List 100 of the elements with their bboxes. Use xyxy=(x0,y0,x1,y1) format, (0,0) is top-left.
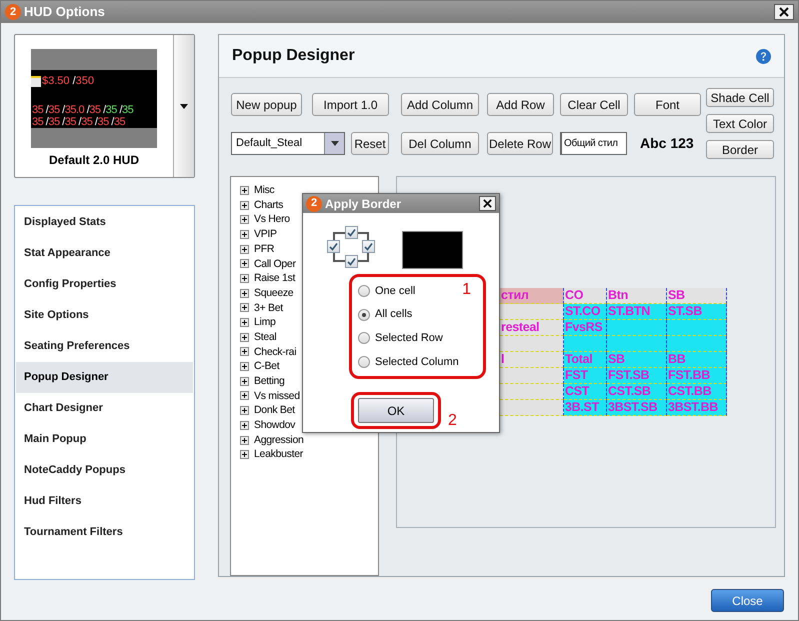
radio-button[interactable] xyxy=(358,284,370,297)
sidebar-item[interactable]: Config Properties xyxy=(16,269,193,300)
tree-item[interactable]: 3+ Bet xyxy=(254,302,283,314)
toolbar-button[interactable]: Add Row xyxy=(487,93,554,116)
tree-item[interactable]: Aggression xyxy=(254,434,304,446)
plus-icon[interactable] xyxy=(240,259,249,268)
close-icon[interactable] xyxy=(774,4,794,20)
caret-icon xyxy=(330,141,338,146)
logo-badge: 2 xyxy=(5,4,21,20)
tree-item[interactable]: Squeeze xyxy=(254,288,294,298)
checkbox[interactable] xyxy=(345,255,358,268)
plus-icon[interactable] xyxy=(240,230,249,239)
plus-icon[interactable] xyxy=(240,450,249,460)
grid-cell[interactable] xyxy=(500,384,564,400)
checkbox[interactable] xyxy=(327,240,340,253)
grid-cell[interactable] xyxy=(667,320,727,336)
toolbar-button[interactable]: Border xyxy=(706,140,774,159)
sidebar-item[interactable]: Displayed Stats xyxy=(16,207,193,238)
plus-icon[interactable] xyxy=(240,332,249,342)
checkbox[interactable] xyxy=(362,240,375,253)
tree-item[interactable]: Check-rai xyxy=(254,346,296,358)
sidebar-item[interactable]: Stat Appearance xyxy=(16,238,193,269)
tree-item[interactable]: VPIP xyxy=(254,229,277,240)
plus-icon[interactable] xyxy=(240,244,249,254)
plus-icon[interactable] xyxy=(240,391,249,400)
toolbar-button[interactable]: Del Column xyxy=(401,132,479,155)
plus-icon[interactable] xyxy=(240,318,249,328)
close-button[interactable]: Close xyxy=(711,589,784,612)
style-name-field[interactable]: Общий стил xyxy=(560,132,627,155)
tree-item[interactable]: Vs missed xyxy=(254,390,300,402)
tree-item[interactable]: Vs Hero xyxy=(254,214,290,225)
sidebar-item[interactable]: NoteCaddy Popups xyxy=(16,455,193,486)
toolbar-button[interactable]: New popup xyxy=(231,93,302,116)
plus-icon[interactable] xyxy=(240,215,249,224)
plus-icon[interactable] xyxy=(240,303,249,312)
sidebar-item[interactable]: Chart Designer xyxy=(16,393,193,424)
tree-item[interactable]: Showdov xyxy=(254,420,296,431)
grid-cell[interactable] xyxy=(667,336,727,352)
option-label: Selected Column xyxy=(375,354,459,370)
grid-cell[interactable] xyxy=(500,304,564,320)
plus-icon[interactable] xyxy=(240,200,249,210)
hud-stat-line: 35 /35 /35 /35 /35 /35 xyxy=(31,116,126,128)
toolbar-button[interactable]: Shade Cell xyxy=(706,88,774,107)
tree-item[interactable]: Betting xyxy=(254,376,285,387)
grid-cell[interactable] xyxy=(500,336,564,352)
plus-icon[interactable] xyxy=(240,362,249,372)
sidebar-item[interactable]: Site Options xyxy=(16,300,193,331)
toolbar-button[interactable]: Clear Cell xyxy=(560,93,628,116)
sidebar-item[interactable]: Main Popup xyxy=(16,424,193,455)
sidebar-item[interactable]: Popup Designer xyxy=(16,362,193,393)
grid-cell[interactable] xyxy=(500,368,564,384)
radio-button[interactable] xyxy=(358,308,370,321)
grid-cell[interactable] xyxy=(564,336,607,352)
font-preview: Abc 123 xyxy=(640,134,694,153)
radio-button[interactable] xyxy=(358,356,370,368)
plus-icon[interactable] xyxy=(240,420,249,430)
grid-cell[interactable] xyxy=(607,336,667,352)
tree-item[interactable]: Misc xyxy=(254,185,274,196)
plus-icon[interactable] xyxy=(240,376,249,386)
sidebar-item[interactable]: Hud Filters xyxy=(16,486,193,517)
plus-icon[interactable] xyxy=(240,406,249,416)
panel-title: Popup Designer xyxy=(232,46,355,66)
toolbar-button[interactable]: Delete Row xyxy=(487,132,553,155)
tree-item[interactable]: C-Bet xyxy=(254,361,280,372)
checkbox[interactable] xyxy=(345,226,358,239)
tree-item[interactable]: Steal xyxy=(254,332,276,342)
plus-icon[interactable] xyxy=(240,347,249,356)
radio-button[interactable] xyxy=(358,332,370,344)
style-dropdown[interactable]: Default_Steal xyxy=(231,132,345,155)
color-swatch[interactable] xyxy=(402,231,463,269)
toolbar-button[interactable]: Text Color xyxy=(706,114,774,133)
hud-stat-line: 35 /35 /35.0 /35 /35 /35 xyxy=(31,104,134,116)
option-label: One cell xyxy=(375,284,416,299)
sidebar-item[interactable]: Seating Preferences xyxy=(16,331,193,362)
help-icon[interactable] xyxy=(756,48,771,64)
tree-item[interactable]: Call Oper xyxy=(254,258,296,270)
toolbar-button[interactable]: Import 1.0 xyxy=(312,93,389,116)
grid-cell[interactable] xyxy=(607,320,667,336)
toolbar-button[interactable]: Font xyxy=(634,93,701,116)
grid-cell[interactable] xyxy=(500,400,564,416)
plus-icon[interactable] xyxy=(240,288,249,298)
window-title: HUD Options xyxy=(24,3,105,22)
tree-item[interactable]: Leakbuster xyxy=(254,449,303,460)
plus-icon[interactable] xyxy=(240,186,249,195)
toolbar-button[interactable]: Reset xyxy=(351,132,389,155)
option-label: All cells xyxy=(375,307,412,322)
close-icon[interactable] xyxy=(479,196,496,211)
logo-badge: 2 xyxy=(306,196,322,212)
tree-item[interactable]: Donk Bet xyxy=(254,405,295,416)
tree-item[interactable]: Charts xyxy=(254,200,284,210)
tree-item[interactable]: Limp xyxy=(254,317,276,328)
tree-item[interactable]: Raise 1st xyxy=(254,273,296,284)
toolbar-button[interactable]: Add Column xyxy=(401,93,479,116)
ok-button[interactable]: OK xyxy=(358,398,434,423)
sidebar-item[interactable]: Tournament Filters xyxy=(16,517,193,548)
plus-icon[interactable] xyxy=(240,436,249,445)
option-label: Selected Row xyxy=(375,331,443,346)
plus-icon[interactable] xyxy=(240,274,249,283)
tree-item[interactable]: PFR xyxy=(254,244,274,254)
hud-selector[interactable]: $3.50 /350 35 /35 /35.0 /35 /35 /35 35 /35 /35 /35 /35 /35 Default 2.0 HUD xyxy=(14,34,195,178)
